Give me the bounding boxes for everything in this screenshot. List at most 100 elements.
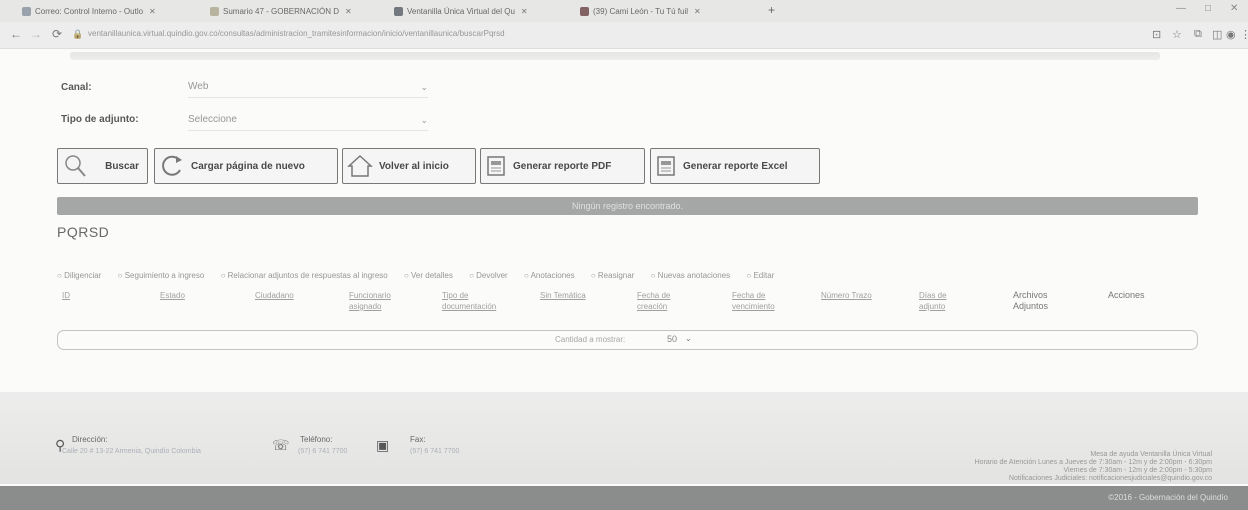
- outlook-icon: [22, 6, 31, 16]
- no-records-banner: Ningún registro encontrado.: [57, 197, 1198, 215]
- browser-tab-bar: Correo: Control Interno - Outlo ✕ Sumari…: [0, 0, 1248, 22]
- buscar-label: Buscar: [105, 160, 139, 172]
- column-header-tipo-documentacion[interactable]: Tipo de documentación: [442, 290, 517, 312]
- document-icon: [210, 6, 219, 16]
- column-header-tematica[interactable]: Sin Temática: [540, 290, 586, 301]
- maximize-button[interactable]: □: [1205, 3, 1211, 14]
- tipo-adjunto-label: Tipo de adjunto:: [61, 114, 139, 125]
- column-header-archivos: Archivos Adjuntos: [1013, 290, 1049, 311]
- search-icon: [65, 155, 86, 177]
- volver-inicio-button[interactable]: Volver al inicio: [342, 148, 476, 184]
- back-arrow-icon[interactable]: ←: [10, 27, 22, 41]
- browser-tab[interactable]: Sumario 47 - GOBERNACIÓN D ✕: [210, 3, 388, 19]
- footer-info-line: Viernes de 7:30am - 12m y de 2:00pm - 5:…: [1063, 467, 1212, 474]
- volver-label: Volver al inicio: [379, 160, 449, 172]
- legend-item: ○ Diligenciar: [57, 271, 102, 280]
- cargar-label: Cargar página de nuevo: [191, 160, 305, 172]
- legend-item: ○ Seguimiento a ingreso: [117, 271, 205, 280]
- footer-info: Mesa de ayuda Ventanilla Única Virtual H…: [975, 451, 1212, 483]
- actions-legend: ○ Diligenciar ○ Seguimiento a ingreso ○ …: [57, 271, 1207, 280]
- lock-icon: 🔒: [72, 29, 84, 39]
- fax-value: (57) 6 741 7700: [410, 448, 460, 455]
- close-window-button[interactable]: ✕: [1230, 3, 1238, 14]
- home-icon: [347, 154, 373, 177]
- fax-label: Fax:: [410, 435, 426, 444]
- column-header-funcionario[interactable]: Funcionario asignado: [349, 290, 411, 312]
- excel-report-icon: [657, 156, 675, 176]
- tab-title: Sumario 47 - GOBERNACIÓN D: [223, 6, 340, 16]
- browser-tab[interactable]: (39) Cami León - Tu Tú fuil ✕: [580, 3, 760, 19]
- section-title: PQRSD: [57, 224, 110, 240]
- page-size-select[interactable]: 50: [667, 334, 677, 344]
- refresh-icon: [162, 155, 182, 176]
- column-header-estado[interactable]: Estado: [160, 290, 185, 301]
- legend-item: ○ Relacionar adjuntos de respuestas al i…: [220, 271, 388, 280]
- pdf-report-icon: [487, 156, 505, 176]
- excel-label: Generar reporte Excel: [683, 160, 788, 172]
- tab-title: Ventanilla Única Virtual del Qu: [407, 6, 515, 16]
- column-header-numero-trazo[interactable]: Número Trazo: [821, 290, 872, 301]
- legend-item: ○ Editar: [746, 271, 775, 280]
- canal-value: Web: [188, 81, 209, 92]
- close-icon[interactable]: ✕: [694, 7, 701, 16]
- chevron-down-icon: ⌄: [420, 115, 428, 125]
- translate-icon[interactable]: ⊡: [1152, 28, 1161, 41]
- column-header-id[interactable]: ID: [62, 290, 70, 301]
- url-field[interactable]: ventanillaunica.virtual.quindio.gov.co/c…: [88, 29, 788, 38]
- legend-item: ○ Reasignar: [590, 271, 635, 280]
- tab-title: Correo: Control Interno - Outlo: [35, 6, 144, 16]
- generar-pdf-button[interactable]: Generar reporte PDF: [480, 148, 645, 184]
- address-bar: ← → ⟳ 🔒 ventanillaunica.virtual.quindio.…: [0, 22, 1248, 49]
- minimize-button[interactable]: —: [1176, 3, 1186, 14]
- direccion-value: Calle 20 # 13-22 Armenia, Quindío Colomb…: [62, 448, 201, 455]
- canal-label: Canal:: [61, 82, 92, 93]
- cargar-pagina-button[interactable]: Cargar página de nuevo: [154, 148, 338, 184]
- forward-arrow-icon[interactable]: →: [30, 27, 42, 41]
- chevron-down-icon: ⌄: [420, 82, 428, 92]
- footer-info-line: Mesa de ayuda Ventanilla Única Virtual: [1090, 451, 1212, 458]
- canal-select[interactable]: Web ⌄: [188, 81, 428, 98]
- page-size-bar: Cantidad a mostrar: 50 ⌄: [57, 330, 1198, 350]
- footer-info-line: Horario de Atención Lunes a Jueves de 7:…: [974, 459, 1212, 466]
- chevron-down-icon[interactable]: ⌄: [685, 334, 692, 343]
- bottom-bar: ©2016 - Gobernación del Quindío: [0, 486, 1248, 510]
- faint-toolbar: [70, 52, 1160, 60]
- menu-dots-icon[interactable]: ⋮: [1240, 28, 1248, 41]
- buscar-button[interactable]: Buscar: [57, 148, 148, 184]
- tipo-adjunto-select[interactable]: Seleccione ⌄: [188, 114, 428, 131]
- telefono-label: Teléfono:: [300, 435, 333, 444]
- close-icon[interactable]: ✕: [149, 7, 156, 16]
- reload-icon[interactable]: ⟳: [52, 27, 62, 41]
- pdf-label: Generar reporte PDF: [513, 160, 612, 172]
- telefono-value: (57) 6 741 7700: [298, 448, 348, 455]
- extension-icon[interactable]: ⧉: [1194, 28, 1202, 41]
- phone-icon: ☏: [272, 437, 290, 453]
- direccion-label: Dirección:: [72, 435, 108, 444]
- column-header-ciudadano[interactable]: Ciudadano: [255, 290, 294, 301]
- profile-icon[interactable]: ◉: [1226, 28, 1236, 41]
- legend-item: ○ Anotaciones: [523, 271, 575, 280]
- tipo-adjunto-value: Seleccione: [188, 114, 237, 125]
- page-size-label: Cantidad a mostrar:: [555, 335, 626, 344]
- column-header-acciones: Acciones: [1108, 290, 1145, 300]
- new-tab-button[interactable]: +: [768, 3, 775, 17]
- bars-icon: [394, 6, 403, 16]
- column-header-fecha-creacion[interactable]: Fecha de creación: [637, 290, 692, 312]
- table-header: ID Estado Ciudadano Funcionario asignado…: [57, 286, 1198, 322]
- generar-excel-button[interactable]: Generar reporte Excel: [650, 148, 820, 184]
- browser-tab[interactable]: Correo: Control Interno - Outlo ✕: [22, 3, 202, 19]
- footer-info-line: Notificaciones Judiciales: notificacione…: [1008, 475, 1212, 482]
- video-icon: [580, 6, 589, 16]
- legend-item: ○ Ver detalles: [403, 271, 453, 280]
- sidebar-icon[interactable]: ◫: [1212, 28, 1222, 41]
- legend-item: ○ Nuevas anotaciones: [650, 271, 731, 280]
- close-icon[interactable]: ✕: [345, 7, 352, 16]
- fax-icon: ▣: [376, 437, 390, 453]
- tab-title: (39) Cami León - Tu Tú fuil: [593, 6, 689, 16]
- column-header-dias-adjunto[interactable]: Días de adjunto: [919, 290, 969, 312]
- browser-tab[interactable]: Ventanilla Única Virtual del Qu ✕: [394, 3, 570, 19]
- copyright-text: ©2016 - Gobernación del Quindío: [1108, 493, 1228, 502]
- star-icon[interactable]: ☆: [1172, 28, 1182, 41]
- close-icon[interactable]: ✕: [521, 7, 528, 16]
- column-header-fecha-vencimiento[interactable]: Fecha de vencimiento: [732, 290, 802, 312]
